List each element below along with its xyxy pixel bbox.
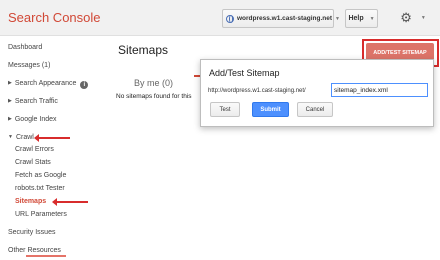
settings-button[interactable]: ⚙ ▼ [395,8,431,28]
url-prefix: http://wordpress.w1.cast-staging.net/ [208,88,306,94]
sidebar-item-url-parameters[interactable]: URL Parameters [15,211,67,218]
expand-triangle-icon: ▶ [8,116,12,122]
dialog-title: Add/Test Sitemap [209,68,280,78]
collapse-triangle-icon: ▼ [8,134,13,140]
sitemap-url-input[interactable] [331,83,428,97]
sidebar-item-dashboard[interactable]: Dashboard [8,44,42,51]
annotation-arrow [34,134,70,142]
brand-title[interactable]: Search Console [8,10,101,25]
decorative-divider [26,255,66,257]
site-selector-label: wordpress.w1.cast-staging.net [237,15,332,22]
help-button[interactable]: Help ▼ [345,9,378,28]
expand-triangle-icon: ▶ [8,98,12,104]
add-test-sitemap-dialog: Add/Test Sitemap http://wordpress.w1.cas… [200,59,434,127]
empty-message: No sitemaps found for this [116,93,192,100]
sidebar-item-crawl[interactable]: ▼ Crawl [8,134,34,141]
sidebar-item-fetch-as-google[interactable]: Fetch as Google [15,172,66,179]
sidebar-item-security-issues[interactable]: Security Issues [8,229,55,236]
chevron-down-icon: ▼ [369,15,375,22]
site-selector[interactable]: wordpress.w1.cast-staging.net ▼ [222,9,340,28]
annotation-arrow [52,198,88,206]
chevron-down-icon: ▼ [335,15,340,22]
sidebar-item-sitemaps[interactable]: Sitemaps [15,198,46,205]
sidebar-item-messages[interactable]: Messages (1) [8,62,50,69]
info-icon[interactable]: i [80,81,89,89]
sidebar-item-other-resources[interactable]: Other Resources [8,247,61,254]
page-title: Sitemaps [118,43,169,57]
test-button[interactable]: Test [210,102,240,117]
chevron-down-icon: ▼ [420,15,426,21]
top-bar: Search Console wordpress.w1.cast-staging… [0,0,440,36]
sidebar-item-crawl-stats[interactable]: Crawl Stats [15,159,51,166]
globe-icon [226,14,234,23]
sidebar: Dashboard Messages (1) ▶ Search Appearanc… [0,36,108,260]
sidebar-item-crawl-errors[interactable]: Crawl Errors [15,146,54,153]
submit-button[interactable]: Submit [252,102,289,117]
expand-triangle-icon: ▶ [8,80,12,86]
tab-by-me[interactable]: By me (0) [134,78,173,88]
sidebar-item-google-index[interactable]: ▶ Google Index [8,116,57,123]
sidebar-item-search-appearance[interactable]: ▶ Search Appearance i [8,80,89,89]
sidebar-item-robots-tester[interactable]: robots.txt Tester [15,185,65,192]
gear-icon: ⚙ [400,10,412,25]
help-button-label: Help [348,15,364,22]
sidebar-item-search-traffic[interactable]: ▶ Search Traffic [8,98,58,105]
cancel-button[interactable]: Cancel [297,102,333,117]
